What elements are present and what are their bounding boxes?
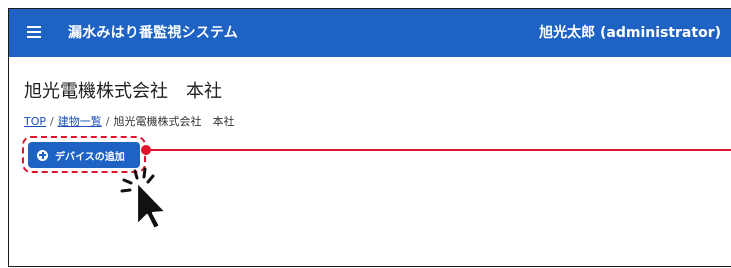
app-window: 漏水みはり番監視システム 旭光太郎 (administrator) 旭光電機株式… — [8, 8, 731, 267]
app-bar: 漏水みはり番監視システム 旭光太郎 (administrator) — [9, 9, 731, 57]
add-device-button[interactable]: デバイスの追加 — [28, 142, 140, 168]
breadcrumb-link-buildings[interactable]: 建物一覧 — [58, 115, 102, 128]
breadcrumb-current: 旭光電機株式会社 本社 — [113, 115, 235, 128]
breadcrumb-separator: / — [50, 115, 54, 128]
breadcrumb-link-top[interactable]: TOP — [24, 115, 46, 128]
plus-circle-icon — [37, 149, 48, 161]
breadcrumb-separator: / — [105, 115, 110, 128]
callout-line — [150, 149, 731, 151]
hamburger-menu-icon[interactable] — [27, 26, 41, 38]
click-pointer-icon — [120, 167, 168, 231]
add-device-label: デバイスの追加 — [55, 151, 125, 163]
callout-dot — [141, 145, 151, 155]
page-title: 旭光電機株式会社 本社 — [24, 81, 222, 102]
breadcrumb: TOP / 建物一覧 / 旭光電機株式会社 本社 — [24, 113, 234, 129]
app-title: 漏水みはり番監視システム — [68, 25, 238, 41]
user-menu[interactable]: 旭光太郎 (administrator) — [539, 9, 721, 57]
